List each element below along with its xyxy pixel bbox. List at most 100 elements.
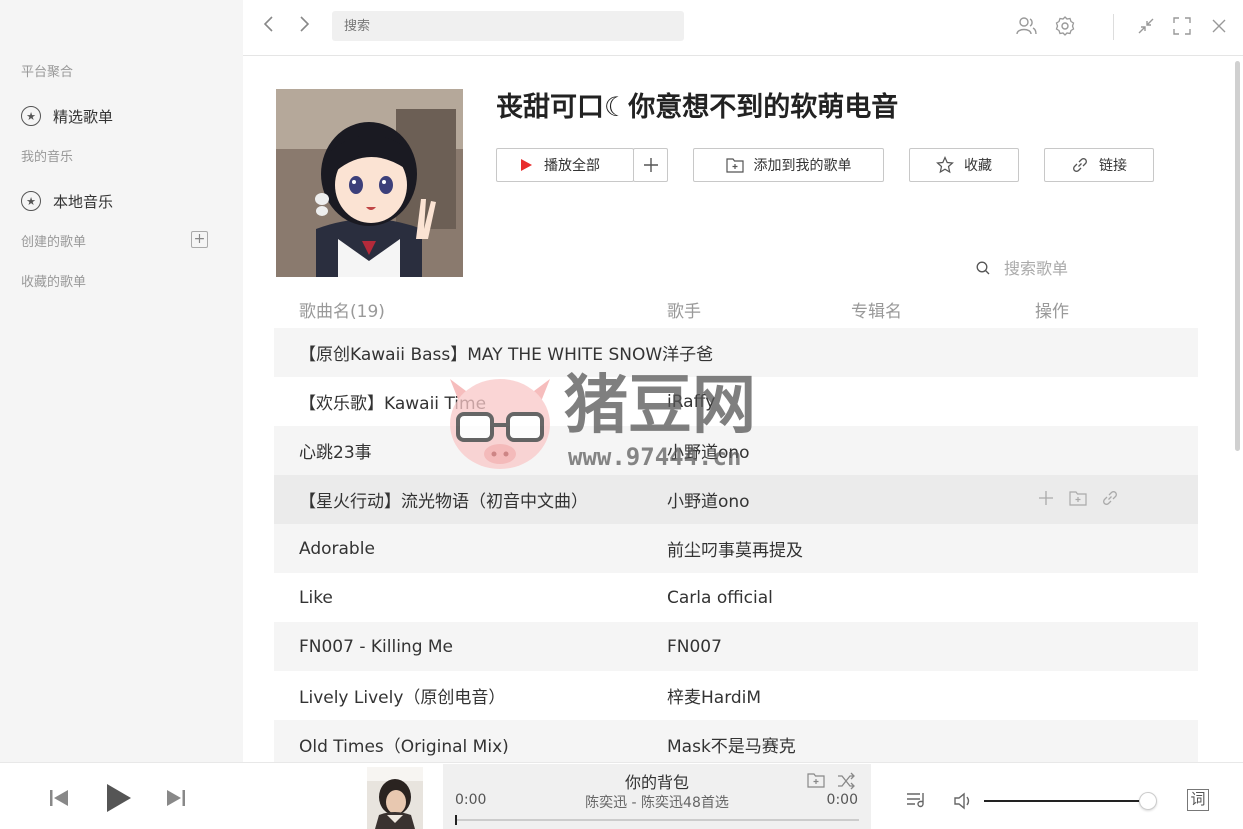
add-playlist-button[interactable]: +: [191, 231, 208, 248]
collect-label: 收藏: [964, 158, 992, 174]
copy-link-row-button[interactable]: [1100, 488, 1120, 508]
add-to-my-playlist-button[interactable]: 添加到我的歌单: [693, 148, 884, 182]
song-artist[interactable]: Mask不是马赛克: [667, 732, 796, 757]
shuffle-button[interactable]: [837, 772, 855, 790]
sidebar-section-collected: 收藏的歌单: [21, 275, 87, 290]
song-artist[interactable]: 小野道ono: [667, 438, 750, 463]
row-actions: [1036, 488, 1120, 508]
lyrics-button[interactable]: 词: [1187, 789, 1209, 811]
sidebar-section-platform: 平台聚合: [21, 65, 74, 80]
song-name: Adorable: [299, 538, 375, 559]
song-name: 【星火行动】流光物语（初音中文曲）: [299, 492, 588, 512]
table-row[interactable]: 【欢乐歌】Kawaii Time iRaffy: [274, 377, 1198, 426]
toolbar-divider: [1113, 14, 1114, 40]
song-list: 【原创Kawaii Bass】MAY THE WHITE SNOW洋子爸 【欢乐…: [274, 328, 1198, 762]
table-row[interactable]: Adorable 前尘叼事莫再提及: [274, 524, 1198, 573]
add-to-my-playlist-label: 添加到我的歌单: [753, 158, 852, 174]
playlist-queue-button[interactable]: [906, 790, 928, 814]
song-artist[interactable]: FN007: [667, 637, 722, 657]
star-icon: [936, 156, 954, 174]
user-button[interactable]: [1014, 14, 1038, 38]
play-icon: [107, 784, 131, 812]
play-icon: [521, 159, 532, 171]
chevron-left-icon: [263, 16, 273, 32]
link-label: 链接: [1099, 158, 1127, 174]
table-row[interactable]: Lively Lively（原创电音） 梓麦HardiM: [274, 671, 1198, 720]
chevron-right-icon: [300, 16, 310, 32]
current-time: 0:00: [455, 792, 487, 808]
song-artist[interactable]: 小野道ono: [667, 487, 750, 512]
gear-icon: [1055, 16, 1075, 36]
volume-slider[interactable]: [984, 800, 1149, 802]
next-button[interactable]: [166, 788, 186, 812]
column-header-album[interactable]: 专辑名: [851, 297, 902, 322]
column-header-name[interactable]: 歌曲名(19): [299, 297, 385, 322]
now-playing-panel: 你的背包 陈奕迅 - 陈奕迅48首选 0:00 0:00: [443, 764, 871, 829]
progress-knob[interactable]: [455, 815, 457, 825]
search-icon: [976, 261, 990, 275]
minimize-button[interactable]: [1134, 14, 1158, 38]
volume-knob[interactable]: [1139, 792, 1157, 810]
song-artist[interactable]: Carla official: [667, 588, 773, 608]
column-header-artist[interactable]: 歌手: [667, 297, 701, 322]
song-name: 【原创Kawaii Bass】MAY THE WHITE SNOW洋子爸: [299, 345, 714, 365]
song-artist[interactable]: 前尘叼事莫再提及: [667, 536, 803, 561]
sidebar-section-created: 创建的歌单: [21, 235, 87, 250]
playlist-icon: [907, 793, 924, 808]
scrollbar[interactable]: [1235, 61, 1240, 451]
star-icon: ★: [21, 106, 41, 126]
play-all-label: 播放全部: [544, 158, 600, 174]
volume-button[interactable]: [953, 791, 975, 815]
link-button[interactable]: 链接: [1044, 148, 1154, 182]
table-header: 歌曲名(19) 歌手 专辑名 操作: [274, 297, 1198, 327]
table-row[interactable]: Old Times（Original Mix) Mask不是马赛克: [274, 720, 1198, 762]
sidebar-item-local-music[interactable]: ★ 本地音乐: [21, 187, 113, 215]
close-button[interactable]: [1207, 14, 1231, 38]
skip-next-icon: [167, 790, 185, 806]
link-icon: [1073, 158, 1087, 172]
add-to-playlist-button[interactable]: [807, 772, 825, 790]
playlist-search-input[interactable]: [1004, 258, 1114, 278]
shuffle-icon: [838, 772, 855, 790]
collect-button[interactable]: 收藏: [909, 148, 1019, 182]
back-button[interactable]: [259, 14, 279, 38]
playlist-search[interactable]: [976, 257, 1116, 279]
column-header-actions: 操作: [1035, 302, 1069, 322]
search-input[interactable]: [332, 11, 684, 41]
plus-icon: [643, 158, 658, 172]
song-name: Lively Lively（原创电音）: [299, 688, 506, 708]
play-all-button[interactable]: 播放全部: [496, 148, 634, 182]
table-row[interactable]: Like Carla official: [274, 573, 1198, 622]
skip-previous-icon: [50, 790, 68, 806]
minimize-icon: [1138, 18, 1154, 34]
fullscreen-icon: [1173, 17, 1191, 35]
song-name: Like: [299, 587, 333, 608]
song-artist[interactable]: 梓麦HardiM: [667, 683, 761, 708]
star-icon: ★: [21, 191, 41, 211]
previous-button[interactable]: [49, 788, 69, 812]
fullscreen-button[interactable]: [1170, 14, 1194, 38]
table-row[interactable]: 【原创Kawaii Bass】MAY THE WHITE SNOW洋子爸: [274, 328, 1198, 377]
now-playing-artist-album[interactable]: 陈奕迅 - 陈奕迅48首选: [443, 792, 871, 812]
volume-fill: [984, 800, 1140, 802]
song-name: 心跳23事: [299, 443, 372, 463]
sidebar-item-featured-playlists[interactable]: ★ 精选歌单: [21, 102, 113, 130]
progress-bar[interactable]: [455, 815, 859, 825]
folder-add-icon: [807, 773, 825, 788]
player-bar: 你的背包 陈奕迅 - 陈奕迅48首选 0:00 0:00 词: [0, 762, 1243, 829]
playlist-content: 丧甜可口☾你意想不到的软萌电音 播放全部 添加到我的歌单 收藏 链接 歌曲名(1…: [243, 57, 1243, 762]
table-row[interactable]: 心跳23事 小野道ono: [274, 426, 1198, 475]
table-row[interactable]: FN007 - Killing Me FN007: [274, 622, 1198, 671]
playlist-cover: [276, 89, 463, 277]
settings-button[interactable]: [1053, 14, 1077, 38]
add-to-queue-button[interactable]: [633, 148, 668, 182]
table-row[interactable]: 【星火行动】流光物语（初音中文曲） 小野道ono: [274, 475, 1198, 524]
forward-button[interactable]: [294, 14, 314, 38]
close-icon: [1212, 19, 1226, 33]
song-artist[interactable]: iRaffy: [667, 392, 715, 412]
now-playing-cover[interactable]: [367, 767, 423, 829]
add-to-queue-row-button[interactable]: [1036, 488, 1056, 508]
song-name: 【欢乐歌】Kawaii Time: [299, 394, 487, 414]
play-button[interactable]: [105, 783, 133, 817]
add-to-playlist-row-button[interactable]: [1068, 488, 1088, 508]
